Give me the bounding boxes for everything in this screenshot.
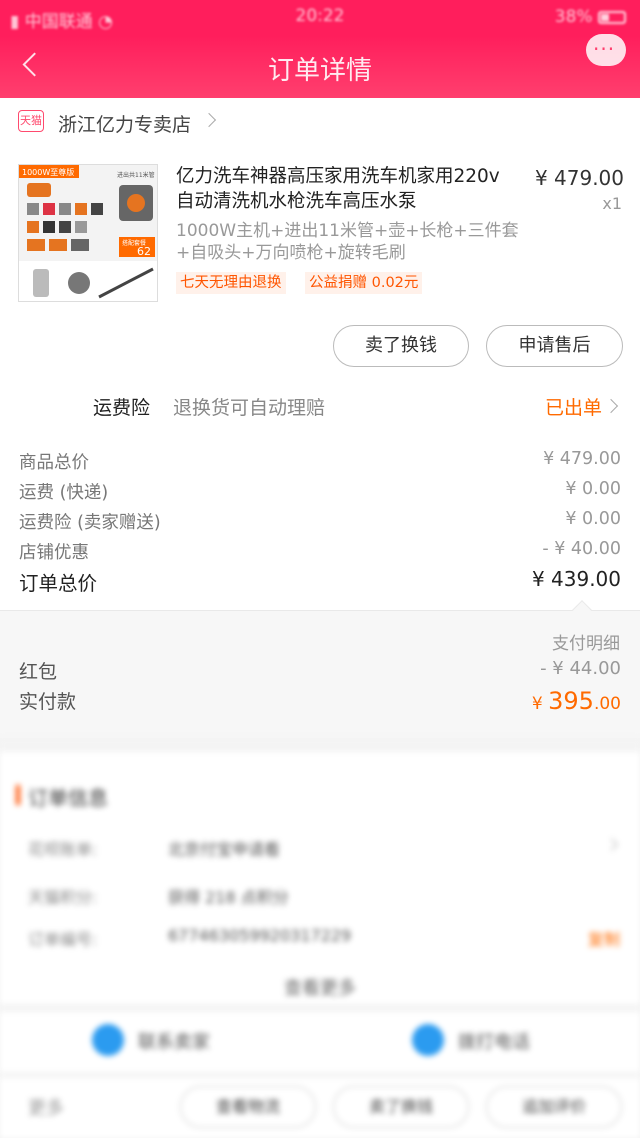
product-sku: 1000W主机+进出11米管+壶+长枪+三件套+自吸头+万向喷枪+旋转毛刷 [176, 221, 519, 263]
fee-label: 店铺优惠 [19, 543, 89, 563]
charity-tag: 公益捐赠 0.02元 [305, 272, 423, 294]
info-value: 北京付宝申请看 [168, 840, 281, 859]
sell-button[interactable]: 卖了换钱 [333, 325, 469, 367]
product-price: ¥ 479.00 [534, 166, 624, 190]
logistics-button[interactable]: 查看物流 [180, 1086, 316, 1128]
svg-text:62: 62 [137, 245, 151, 258]
info-key: 花呗账单: [28, 840, 98, 859]
fee-value: ¥ 0.00 [565, 479, 621, 499]
insurance-desc: 退换货可自动理赔 [173, 397, 326, 419]
product-title[interactable]: 亿力洗车神器高压家用洗车机家用220v自动清洗机水枪洗车高压水泵 [176, 164, 516, 214]
message-icon[interactable] [586, 34, 626, 66]
fee-row: 运费险 (卖家赠送) ¥ 0.00 [0, 505, 640, 535]
info-row: 天猫积分: 获得 218 点积分 [0, 884, 640, 914]
bottom-action-bar: 更多 查看物流 卖了换钱 追加评价 [0, 1078, 640, 1138]
status-time: 20:22 [295, 6, 345, 26]
payment-detail-link[interactable]: 支付明细 [552, 629, 620, 654]
order-number: 677463059920317229 [168, 926, 352, 945]
fee-value: - ¥ 40.00 [542, 539, 621, 559]
info-key: 订单编号: [28, 930, 98, 949]
nav-bar: 订单详情 [0, 34, 640, 98]
fee-row: 店铺优惠 - ¥ 40.00 [0, 535, 640, 565]
chevron-right-icon [603, 398, 619, 414]
page-title: 订单详情 [267, 56, 372, 86]
order-total-row: 订单总价 ¥ 439.00 [0, 565, 640, 599]
order-total-value: ¥ 439.00 [531, 567, 621, 591]
view-more-button[interactable]: 查看更多 [0, 974, 640, 1000]
more-button[interactable]: 更多 [28, 1094, 64, 1120]
order-card: 天猫 浙江亿力专卖店 1000W至尊版 进出共11米管 搭配套餐 62 亿力洗车… [0, 98, 640, 610]
payment-section: 支付明细 红包 - ¥ 44.00 实付款 ¥ 395.00 [0, 600, 640, 738]
product-image[interactable]: 1000W至尊版 进出共11米管 搭配套餐 62 [18, 164, 158, 302]
insurance-status: 已出单 [544, 397, 602, 419]
status-bar: ▮ 中国联通 ◔ 20:22 38% [0, 0, 640, 36]
fee-row: 运费 (快递) ¥ 0.00 [0, 475, 640, 505]
order-info-card: 订单信息 花呗账单: 北京付宝申请看 天猫积分: 获得 218 点积分 订单编号… [0, 752, 640, 1004]
info-row[interactable]: 花呗账单: 北京付宝申请看 [0, 836, 640, 866]
redpack-label: 红包 [19, 661, 58, 683]
shop-row[interactable]: 天猫 浙江亿力专卖店 [0, 98, 640, 148]
return-policy-tag: 七天无理由退换 [176, 272, 286, 294]
contact-bar: 联系卖家 拨打电话 [0, 1012, 640, 1072]
fee-label: 商品总价 [19, 453, 89, 473]
chat-icon [92, 1024, 124, 1056]
info-key: 天猫积分: [28, 888, 98, 907]
image-badge-text: 1000W至尊版 [22, 167, 74, 177]
section-accent-bar [16, 785, 20, 805]
contact-seller-button[interactable]: 联系卖家 [92, 1024, 210, 1056]
shop-name[interactable]: 浙江亿力专卖店 [58, 110, 191, 137]
blurred-section: 订单信息 花呗账单: 北京付宝申请看 天猫积分: 获得 218 点积分 订单编号… [0, 738, 640, 1138]
battery-indicator: 38% [555, 7, 626, 27]
copy-button[interactable]: 复制 [588, 926, 620, 950]
chevron-right-icon [201, 112, 217, 128]
shipping-insurance-row[interactable]: 运费险 退换货可自动理赔 已出单 [0, 378, 640, 430]
chevron-right-icon [605, 838, 618, 851]
phone-icon [412, 1024, 444, 1056]
fee-value: ¥ 0.00 [565, 509, 621, 529]
add-review-button[interactable]: 追加评价 [486, 1086, 622, 1128]
info-value: 获得 218 点积分 [168, 888, 289, 907]
insurance-label: 运费险 [93, 397, 151, 419]
actual-payment-label: 实付款 [19, 691, 77, 713]
fee-label: 运费 (快递) [19, 483, 109, 503]
tmall-icon: 天猫 [18, 110, 44, 132]
call-phone-button[interactable]: 拨打电话 [412, 1024, 530, 1056]
fee-label: 运费险 (卖家赠送) [19, 513, 161, 533]
info-row: 订单编号: 677463059920317229 复制 [0, 926, 640, 956]
aftersale-button[interactable]: 申请售后 [486, 325, 623, 367]
fee-row: 商品总价 ¥ 479.00 [0, 445, 640, 475]
fee-value: ¥ 479.00 [543, 449, 621, 469]
battery-icon [598, 10, 626, 24]
actual-payment-value: ¥ 395.00 [531, 687, 621, 715]
redpack-value: - ¥ 44.00 [540, 658, 621, 679]
order-info-title: 订单信息 [28, 786, 108, 810]
order-total-label: 订单总价 [19, 572, 98, 595]
image-corner-text: 进出共11米管 [117, 171, 155, 179]
sell-bottom-button[interactable]: 卖了换钱 [333, 1086, 469, 1128]
product-quantity: x1 [602, 194, 622, 213]
